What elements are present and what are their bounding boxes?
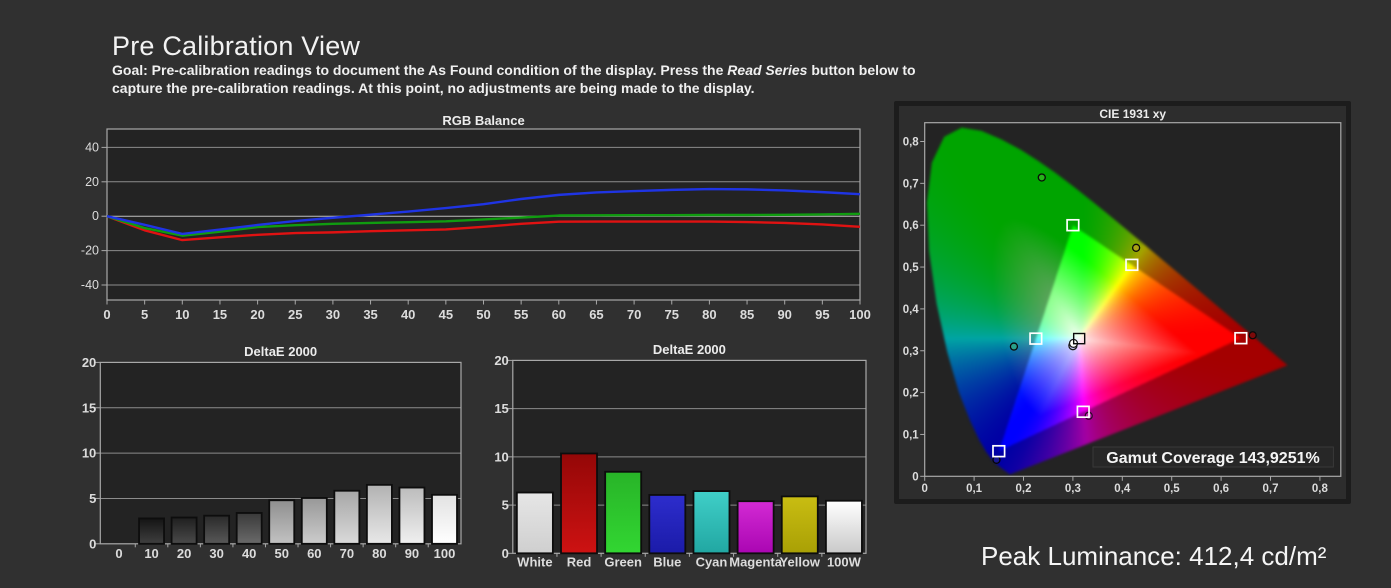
- svg-text:0,3: 0,3: [1065, 483, 1081, 495]
- svg-text:20: 20: [177, 546, 191, 561]
- svg-text:50: 50: [476, 307, 490, 322]
- svg-text:55: 55: [514, 307, 528, 322]
- svg-text:80: 80: [702, 307, 716, 322]
- svg-text:60: 60: [552, 307, 566, 322]
- svg-text:5: 5: [89, 491, 96, 506]
- svg-text:15: 15: [82, 400, 96, 415]
- svg-text:5: 5: [502, 498, 509, 513]
- svg-text:0,3: 0,3: [903, 346, 919, 358]
- svg-text:100: 100: [434, 546, 456, 561]
- svg-text:10: 10: [494, 449, 508, 464]
- svg-text:0: 0: [115, 546, 122, 561]
- svg-text:75: 75: [665, 307, 679, 322]
- svg-text:25: 25: [288, 307, 302, 322]
- svg-text:30: 30: [209, 546, 223, 561]
- svg-text:0,1: 0,1: [966, 483, 983, 495]
- svg-text:0: 0: [912, 471, 918, 483]
- svg-text:15: 15: [213, 307, 227, 322]
- svg-text:70: 70: [627, 307, 641, 322]
- svg-text:95: 95: [815, 307, 829, 322]
- svg-text:DeltaE 2000: DeltaE 2000: [244, 344, 317, 359]
- svg-text:20: 20: [250, 307, 264, 322]
- svg-text:0: 0: [89, 536, 96, 551]
- svg-text:90: 90: [405, 546, 419, 561]
- svg-text:CIE 1931 xy: CIE 1931 xy: [1099, 107, 1166, 121]
- svg-text:20: 20: [82, 355, 96, 370]
- svg-text:10: 10: [144, 546, 158, 561]
- svg-text:50: 50: [275, 546, 289, 561]
- svg-text:-20: -20: [81, 244, 99, 258]
- svg-text:0: 0: [92, 209, 99, 223]
- svg-text:80: 80: [372, 546, 386, 561]
- svg-text:Blue: Blue: [653, 555, 681, 570]
- svg-text:Red: Red: [567, 555, 592, 570]
- svg-text:0: 0: [921, 483, 927, 495]
- svg-text:0,6: 0,6: [1213, 483, 1229, 495]
- svg-text:5: 5: [141, 307, 148, 322]
- svg-text:30: 30: [326, 307, 340, 322]
- svg-text:0,7: 0,7: [1263, 483, 1279, 495]
- svg-text:40: 40: [85, 140, 99, 154]
- svg-text:20: 20: [494, 353, 508, 368]
- svg-text:0,5: 0,5: [1164, 483, 1181, 495]
- svg-text:Gamut Coverage 143,9251%: Gamut Coverage 143,9251%: [1106, 450, 1319, 467]
- svg-text:0,8: 0,8: [1312, 483, 1329, 495]
- svg-text:45: 45: [439, 307, 453, 322]
- svg-text:15: 15: [494, 401, 508, 416]
- svg-text:Cyan: Cyan: [696, 555, 728, 570]
- svg-text:0,4: 0,4: [903, 304, 920, 316]
- svg-text:40: 40: [242, 546, 256, 561]
- svg-text:Magenta: Magenta: [729, 555, 783, 570]
- svg-text:0: 0: [502, 546, 509, 561]
- svg-text:0,2: 0,2: [903, 388, 919, 400]
- svg-text:70: 70: [340, 546, 354, 561]
- svg-text:0,2: 0,2: [1016, 483, 1032, 495]
- svg-text:0,1: 0,1: [903, 429, 920, 441]
- svg-text:0: 0: [103, 307, 110, 322]
- svg-text:Yellow: Yellow: [780, 555, 821, 570]
- svg-text:0,4: 0,4: [1114, 483, 1131, 495]
- svg-text:100: 100: [849, 307, 871, 322]
- svg-text:0,5: 0,5: [903, 262, 920, 274]
- svg-text:-40: -40: [81, 278, 99, 292]
- svg-text:White: White: [517, 555, 552, 570]
- svg-text:65: 65: [589, 307, 603, 322]
- svg-text:10: 10: [82, 446, 96, 461]
- svg-text:0,6: 0,6: [903, 220, 919, 232]
- svg-text:Green: Green: [604, 555, 642, 570]
- svg-text:90: 90: [777, 307, 791, 322]
- svg-text:RGB Balance: RGB Balance: [442, 113, 524, 128]
- svg-text:100W: 100W: [827, 555, 862, 570]
- svg-text:35: 35: [363, 307, 377, 322]
- svg-text:85: 85: [740, 307, 754, 322]
- svg-text:0,7: 0,7: [903, 178, 919, 190]
- svg-text:10: 10: [175, 307, 189, 322]
- svg-text:20: 20: [85, 175, 99, 189]
- svg-text:60: 60: [307, 546, 321, 561]
- svg-text:40: 40: [401, 307, 415, 322]
- svg-text:0,8: 0,8: [903, 137, 920, 149]
- svg-text:DeltaE 2000: DeltaE 2000: [653, 342, 726, 357]
